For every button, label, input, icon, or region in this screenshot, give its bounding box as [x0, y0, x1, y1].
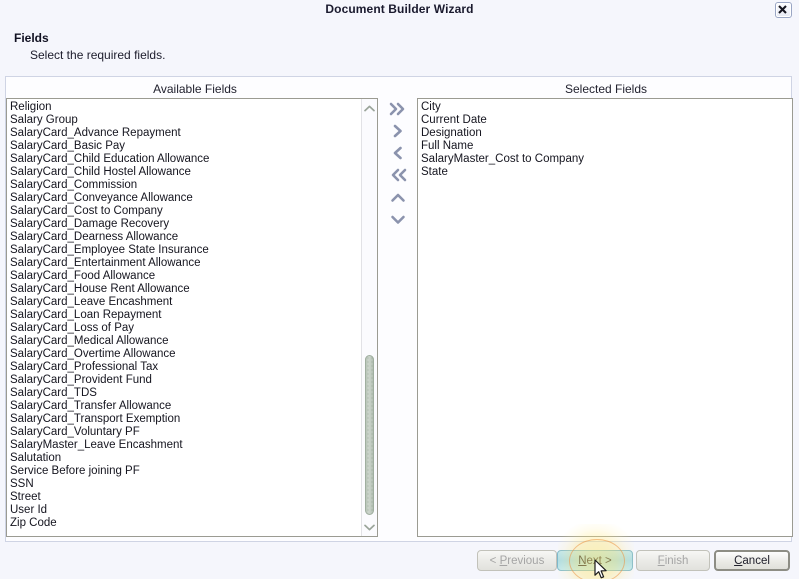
list-item[interactable]: SalaryCard_Overtime Allowance: [10, 348, 209, 361]
available-fields-scrollbar[interactable]: [361, 99, 377, 536]
list-item[interactable]: SalaryCard_Cost to Company: [10, 205, 209, 218]
list-item[interactable]: Religion: [10, 101, 209, 114]
finish-button-label: Finish: [657, 554, 689, 567]
list-item[interactable]: SalaryCard_Employee State Insurance: [10, 244, 209, 257]
move-right-button[interactable]: [386, 122, 410, 140]
list-item[interactable]: SalaryCard_Voluntary PF: [10, 426, 209, 439]
list-item[interactable]: City: [421, 101, 584, 114]
selected-fields-listbox[interactable]: City Current Date Designation Full Name Sala…: [417, 98, 793, 537]
move-up-button[interactable]: [386, 189, 410, 207]
scroll-down-button[interactable]: [362, 519, 377, 535]
list-item[interactable]: SalaryCard_House Rent Allowance: [10, 283, 209, 296]
move-left-button[interactable]: [386, 144, 410, 162]
list-item[interactable]: SalaryCard_Leave Encashment: [10, 296, 209, 309]
list-item[interactable]: SalaryCard_Transport Exemption: [10, 413, 209, 426]
list-item[interactable]: SalaryCard_Conveyance Allowance: [10, 192, 209, 205]
list-item[interactable]: SalaryCard_Provident Fund: [10, 374, 209, 387]
list-item[interactable]: Designation: [421, 127, 584, 140]
available-fields-listbox[interactable]: Religion Salary Group SalaryCard_Advance R…: [6, 98, 378, 537]
move-all-left-button[interactable]: [386, 166, 410, 184]
list-item[interactable]: Salary Group: [10, 114, 209, 127]
available-fields-header: Available Fields: [153, 82, 237, 96]
chevron-right-icon: [393, 124, 402, 138]
page-title: Fields: [14, 31, 49, 45]
cancel-button[interactable]: Cancel: [714, 550, 790, 571]
list-item[interactable]: Zip Code: [10, 517, 209, 530]
next-button[interactable]: Next >: [557, 550, 633, 571]
list-item[interactable]: Current Date: [421, 114, 584, 127]
list-item[interactable]: SalaryCard_Child Hostel Allowance: [10, 166, 209, 179]
selected-fields-list: City Current Date Designation Full Name Sala…: [418, 99, 584, 179]
list-item[interactable]: SalaryCard_Transfer Allowance: [10, 400, 209, 413]
move-all-right-button[interactable]: [386, 100, 410, 118]
finish-button[interactable]: Finish: [636, 550, 710, 571]
title-bar: Document Builder Wizard: [0, 0, 799, 18]
list-item[interactable]: SSN: [10, 478, 209, 491]
cancel-button-label: Cancel: [734, 554, 770, 567]
list-item[interactable]: SalaryCard_Loss of Pay: [10, 322, 209, 335]
list-item[interactable]: SalaryCard_Entertainment Allowance: [10, 257, 209, 270]
window-title: Document Builder Wizard: [325, 2, 474, 16]
list-item[interactable]: SalaryMaster_Leave Encashment: [10, 439, 209, 452]
list-item[interactable]: State: [421, 166, 584, 179]
previous-button-label: < Previous: [489, 554, 545, 567]
list-item[interactable]: Street: [10, 491, 209, 504]
list-item[interactable]: SalaryCard_Professional Tax: [10, 361, 209, 374]
list-item[interactable]: SalaryCard_Damage Recovery: [10, 218, 209, 231]
list-item[interactable]: SalaryCard_Food Allowance: [10, 270, 209, 283]
list-item[interactable]: SalaryCard_Loan Repayment: [10, 309, 209, 322]
list-item[interactable]: User Id: [10, 504, 209, 517]
list-item[interactable]: SalaryCard_Medical Allowance: [10, 335, 209, 348]
chevron-down-icon: [364, 524, 375, 530]
chevron-up-icon: [364, 105, 375, 111]
next-button-label: Next >: [578, 554, 612, 567]
list-item[interactable]: SalaryCard_Basic Pay: [10, 140, 209, 153]
move-down-button[interactable]: [386, 211, 410, 229]
list-item[interactable]: Full Name: [421, 140, 584, 153]
chevron-left-icon: [393, 146, 402, 160]
scroll-up-button[interactable]: [362, 100, 377, 116]
list-item[interactable]: Service Before joining PF: [10, 465, 209, 478]
selected-fields-header: Selected Fields: [564, 82, 648, 96]
list-item[interactable]: SalaryMaster_Cost to Company: [421, 153, 584, 166]
previous-button[interactable]: < Previous: [477, 550, 557, 571]
close-icon: [778, 5, 787, 14]
page-subtitle: Select the required fields.: [30, 48, 166, 62]
dialog-window: Document Builder Wizard Fields Select th…: [0, 0, 799, 579]
list-item[interactable]: SalaryCard_Dearness Allowance: [10, 231, 209, 244]
double-chevron-right-icon: [389, 102, 405, 116]
list-item[interactable]: SalaryCard_TDS: [10, 387, 209, 400]
available-fields-list: Religion Salary Group SalaryCard_Advance R…: [7, 99, 209, 530]
close-button[interactable]: [775, 2, 792, 18]
list-item[interactable]: Salutation: [10, 452, 209, 465]
chevron-down-icon: [391, 215, 405, 224]
scrollbar-thumb[interactable]: [365, 355, 374, 515]
list-item[interactable]: SalaryCard_Advance Repayment: [10, 127, 209, 140]
list-item[interactable]: SalaryCard_Child Education Allowance: [10, 153, 209, 166]
chevron-up-icon: [391, 193, 405, 202]
double-chevron-left-icon: [391, 168, 407, 182]
list-item[interactable]: SalaryCard_Commission: [10, 179, 209, 192]
